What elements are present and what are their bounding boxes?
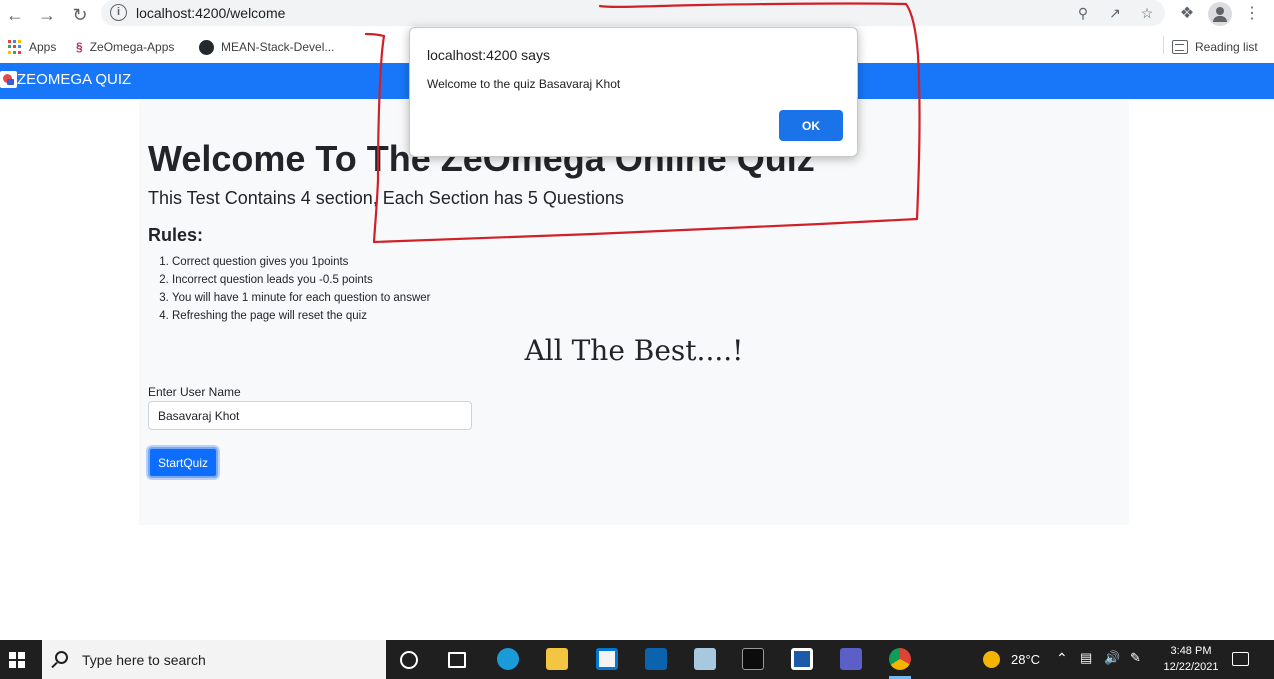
reading-list-icon <box>1172 40 1188 54</box>
taskbar-search-placeholder: Type here to search <box>82 652 206 668</box>
clock-date: 12/22/2021 <box>1163 661 1219 673</box>
bookmark-zeomega-apps[interactable]: § ZeOmega-Apps <box>76 36 174 58</box>
microsoft-store-icon[interactable] <box>596 648 618 670</box>
page-subtitle: This Test Contains 4 section, Each Secti… <box>148 188 624 208</box>
taskbar-clock[interactable]: 3:48 PM 12/22/2021 <box>1152 643 1230 675</box>
forward-arrow-icon[interactable]: → <box>35 3 59 27</box>
extensions-puzzle-icon[interactable]: ❖ <box>1176 3 1198 25</box>
reading-list-button[interactable]: Reading list <box>1172 36 1258 58</box>
windows-taskbar: Type here to search 28°C ⌃ ▤ 🔊 ✎ 3:48 PM… <box>0 640 1274 679</box>
rules-list: Correct question gives you 1points Incor… <box>172 253 430 325</box>
rule-item: Correct question gives you 1points <box>172 253 430 271</box>
task-view-icon[interactable] <box>448 652 466 668</box>
pen-icon[interactable]: ✎ <box>1130 650 1141 666</box>
apps-grid-icon <box>8 40 22 54</box>
rule-item: You will have 1 minute for each question… <box>172 289 430 307</box>
clock-time: 3:48 PM <box>1170 645 1212 657</box>
rule-item: Refreshing the page will reset the quiz <box>172 307 430 325</box>
news-app-icon[interactable] <box>791 648 813 670</box>
bookmark-star-icon[interactable]: ☆ <box>1138 4 1156 22</box>
navbar-brand[interactable]: ZEOMEGA QUIZ <box>0 71 131 88</box>
chevron-up-icon[interactable]: ⌃ <box>1056 650 1068 667</box>
welcome-container: Welcome To The ZeOmega Online Quiz This … <box>139 100 1129 525</box>
file-explorer-icon[interactable] <box>546 648 568 670</box>
browser-menu-icon[interactable]: ⋮ <box>1241 3 1263 25</box>
bookmark-label: Apps <box>29 40 57 54</box>
bookmarks-separator <box>1163 36 1164 54</box>
start-quiz-button[interactable]: StartQuiz <box>148 447 218 478</box>
username-input[interactable] <box>148 401 472 430</box>
username-label: Enter User Name <box>148 385 241 399</box>
rule-item: Incorrect question leads you -0.5 points <box>172 271 430 289</box>
url-text: localhost:4200/welcome <box>136 5 286 21</box>
cortana-icon[interactable] <box>400 651 418 669</box>
weather-temperature[interactable]: 28°C <box>1011 652 1040 667</box>
address-bar[interactable]: i localhost:4200/welcome ⚲ ↗ ☆ <box>101 0 1165 26</box>
edge-browser-icon[interactable] <box>497 648 519 670</box>
bookmark-label: MEAN-Stack-Devel... <box>221 40 335 54</box>
mail-icon[interactable] <box>645 648 667 670</box>
search-icon <box>55 651 68 664</box>
rules-heading: Rules: <box>148 225 204 245</box>
terminal-icon[interactable] <box>742 648 764 670</box>
bookmark-mean-stack[interactable]: MEAN-Stack-Devel... <box>199 36 334 58</box>
back-arrow-icon[interactable]: ← <box>3 3 27 27</box>
profile-avatar-icon[interactable] <box>1208 2 1232 26</box>
bookmark-label: ZeOmega-Apps <box>89 40 175 54</box>
site-info-icon[interactable]: i <box>110 4 127 21</box>
weather-sun-icon[interactable] <box>983 651 1000 668</box>
windows-start-icon[interactable] <box>9 652 25 668</box>
share-icon[interactable]: ↗ <box>1106 4 1124 22</box>
reading-list-label: Reading list <box>1195 40 1258 54</box>
taskbar-search-box[interactable]: Type here to search <box>42 640 386 679</box>
notification-icon[interactable] <box>1232 652 1249 666</box>
chrome-icon[interactable] <box>889 648 911 670</box>
dialog-message: Welcome to the quiz Basavaraj Khot <box>427 77 621 91</box>
notes-app-icon[interactable] <box>694 648 716 670</box>
bookmark-apps[interactable]: Apps <box>8 36 56 58</box>
network-icon[interactable]: ▤ <box>1080 650 1092 666</box>
volume-icon[interactable]: 🔊 <box>1104 650 1120 666</box>
teams-icon[interactable] <box>840 648 862 670</box>
alert-dialog: localhost:4200 says Welcome to the quiz … <box>409 27 858 157</box>
best-wishes-text: All The Best....! <box>524 334 744 367</box>
zeomega-logo-icon <box>0 71 17 88</box>
dialog-ok-button[interactable]: OK <box>779 110 843 141</box>
brand-text: ZEOMEGA QUIZ <box>17 71 132 88</box>
github-icon <box>199 39 214 55</box>
dialog-origin: localhost:4200 says <box>427 47 550 63</box>
reload-icon[interactable]: ↻ <box>68 3 92 27</box>
zeomega-favicon: § <box>76 40 83 54</box>
zoom-icon[interactable]: ⚲ <box>1074 4 1092 22</box>
